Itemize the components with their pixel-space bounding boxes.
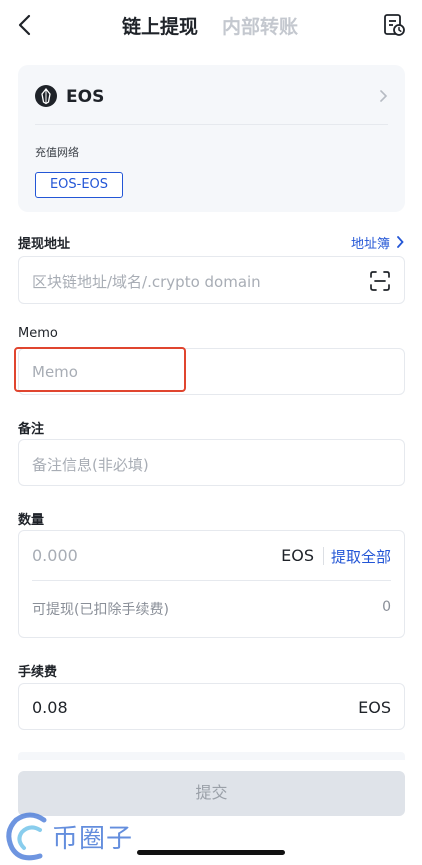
watermark-swoosh-icon <box>6 812 47 861</box>
chevron-right-icon <box>397 236 404 248</box>
memo-label: Memo <box>18 326 58 341</box>
divider <box>32 580 391 581</box>
remark-input[interactable]: 备注信息(非必填) <box>18 439 405 486</box>
memo-highlight-box <box>14 347 186 392</box>
coin-name[interactable]: EOS <box>66 87 104 107</box>
fee-unit: EOS <box>358 698 391 717</box>
quantity-box: 0.000 EOS 提取全部 可提现(已扣除手续费) 0 <box>18 530 405 638</box>
chevron-left-icon[interactable] <box>14 12 38 38</box>
history-record-icon[interactable] <box>382 12 406 38</box>
quantity-input[interactable]: 0.000 <box>32 546 78 565</box>
divider <box>35 124 388 125</box>
address-label: 提现地址 <box>18 237 71 252</box>
network-label: 充值网络 <box>35 146 79 159</box>
fee-box: 0.08 EOS <box>18 683 405 730</box>
watermark-text: 币圈子 <box>52 824 134 854</box>
address-placeholder: 区块链地址/域名/.crypto domain <box>32 273 261 291</box>
available-value: 0 <box>382 599 391 615</box>
top-nav-bar: 链上提现 内部转账 <box>0 0 422 50</box>
remark-placeholder: 备注信息(非必填) <box>32 456 149 474</box>
faded-panel-edge <box>18 752 405 760</box>
available-label: 可提现(已扣除手续费) <box>32 602 169 618</box>
network-chip-eos[interactable]: EOS-EOS <box>35 172 123 198</box>
address-book-link[interactable]: 地址簿 <box>351 233 404 252</box>
quantity-label: 数量 <box>18 513 45 528</box>
withdraw-all-button[interactable]: 提取全部 <box>331 546 391 567</box>
address-input[interactable]: 区块链地址/域名/.crypto domain <box>18 256 405 304</box>
address-book-label: 地址簿 <box>350 237 390 252</box>
fee-label: 手续费 <box>18 665 58 680</box>
scan-icon[interactable] <box>369 270 391 292</box>
quantity-unit: EOS <box>281 546 314 565</box>
eos-logo-icon <box>35 85 57 107</box>
coin-network-card: EOS 充值网络 EOS-EOS <box>18 65 405 212</box>
divider <box>323 547 324 565</box>
home-indicator <box>137 850 285 855</box>
tab-internal-transfer[interactable]: 内部转账 <box>222 12 298 39</box>
watermark-logo: 币圈子 <box>0 806 160 865</box>
remark-label: 备注 <box>18 422 45 437</box>
fee-value: 0.08 <box>32 698 68 717</box>
tab-onchain-withdraw[interactable]: 链上提现 <box>122 12 198 39</box>
chevron-right-icon[interactable] <box>377 89 389 103</box>
